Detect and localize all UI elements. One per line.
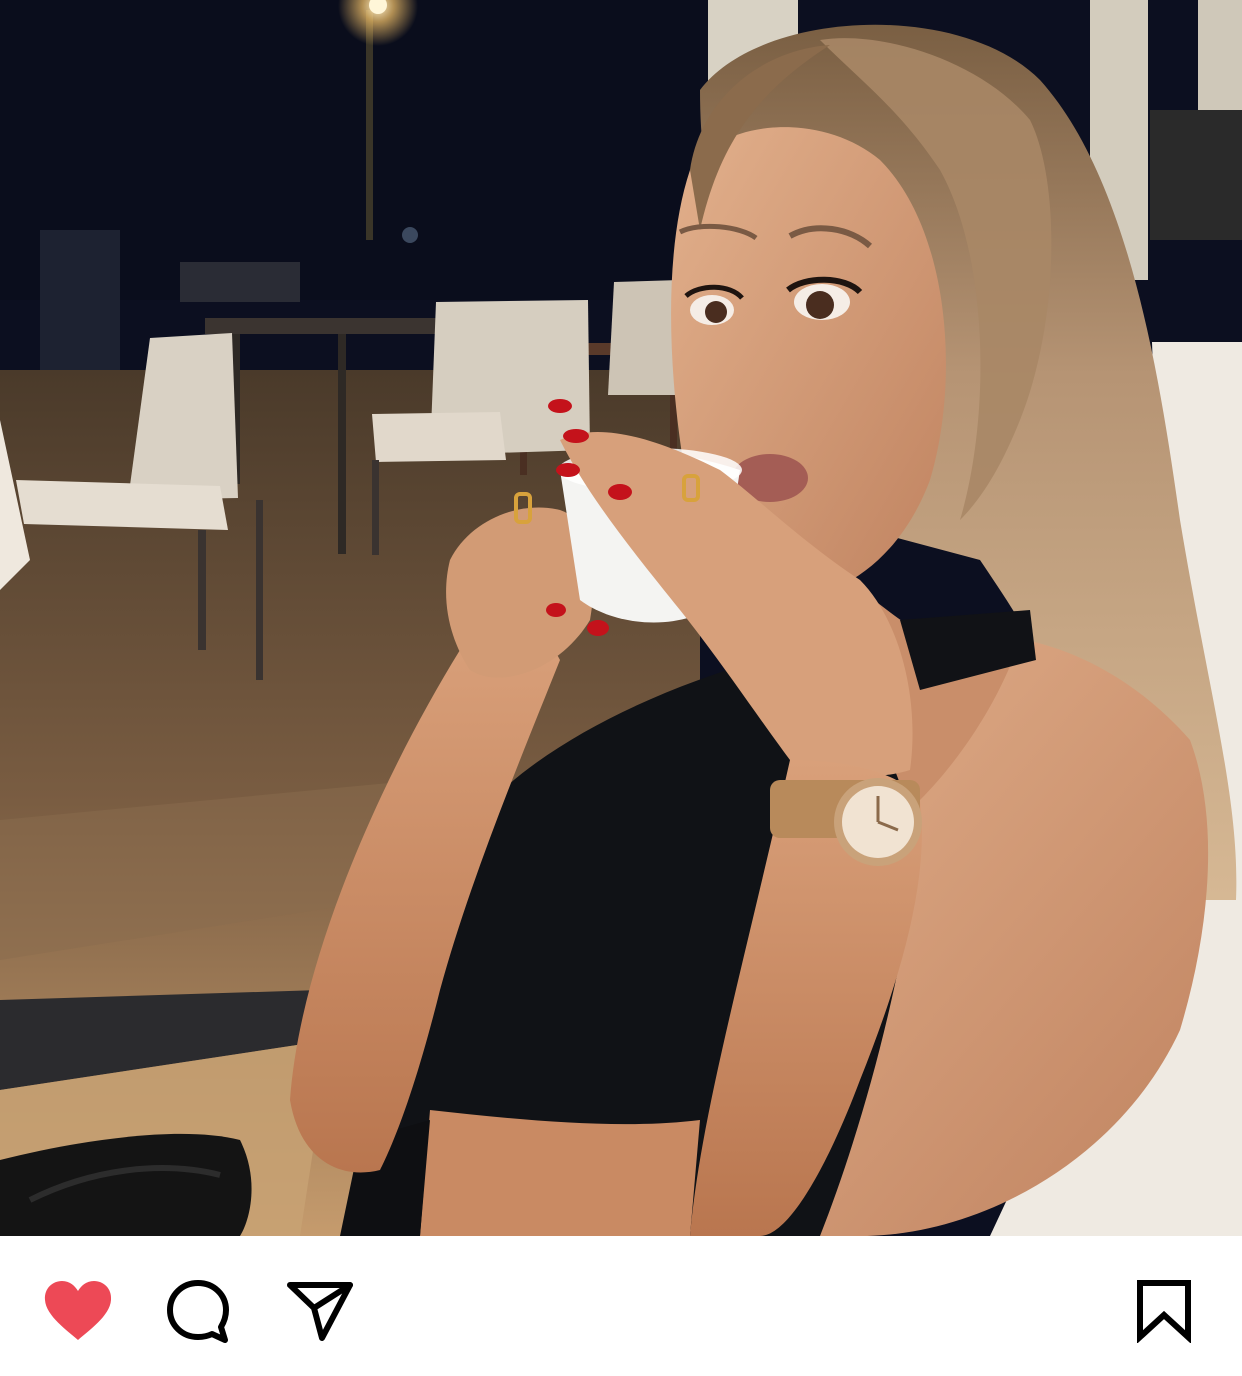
- comment-bubble-icon: [167, 1280, 229, 1343]
- bookmark-icon: [1137, 1280, 1191, 1343]
- action-bar: [0, 1236, 1242, 1376]
- share-button[interactable]: [282, 1276, 358, 1346]
- heart-icon: [44, 1281, 112, 1340]
- post: [0, 0, 1242, 1376]
- photo-illustration: [0, 0, 1242, 1236]
- save-button[interactable]: [1126, 1276, 1202, 1346]
- paper-plane-icon: [287, 1282, 353, 1341]
- post-photo[interactable]: [0, 0, 1242, 1236]
- like-button[interactable]: [40, 1276, 116, 1346]
- comment-button[interactable]: [160, 1276, 236, 1346]
